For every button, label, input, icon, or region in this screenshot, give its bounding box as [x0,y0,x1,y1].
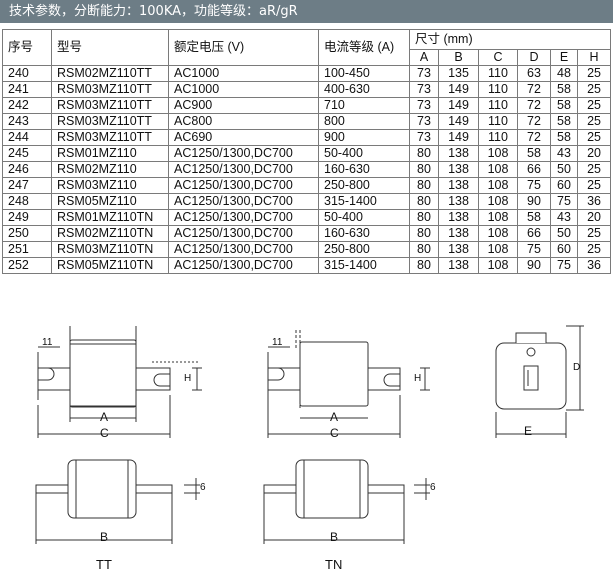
tn-top-label-b: B [330,530,339,544]
tt-label-a: A [100,410,109,424]
tt-top-view [35,459,200,544]
tt-side-view [37,326,202,438]
tt-label-11: 11 [42,337,53,348]
tt-top-label-b: B [100,530,109,544]
tn-side-view [267,330,430,438]
caption-tt: TT [96,557,112,572]
end-view [495,325,584,438]
tn-top-label-6: 6 [430,482,436,493]
tn-label-c: C [330,426,339,440]
end-label-d: D [573,362,581,373]
end-label-e: E [524,424,533,438]
caption-tn: TN [325,557,343,572]
tn-top-view [263,459,430,544]
tn-label-a: A [330,410,339,424]
tn-label-11: 11 [272,337,283,348]
tn-label-h: H [414,373,422,384]
tt-label-h: H [184,373,192,384]
tt-top-label-6: 6 [200,482,206,493]
tt-label-c: C [100,426,109,440]
fuse-dimension-drawings [35,325,584,544]
